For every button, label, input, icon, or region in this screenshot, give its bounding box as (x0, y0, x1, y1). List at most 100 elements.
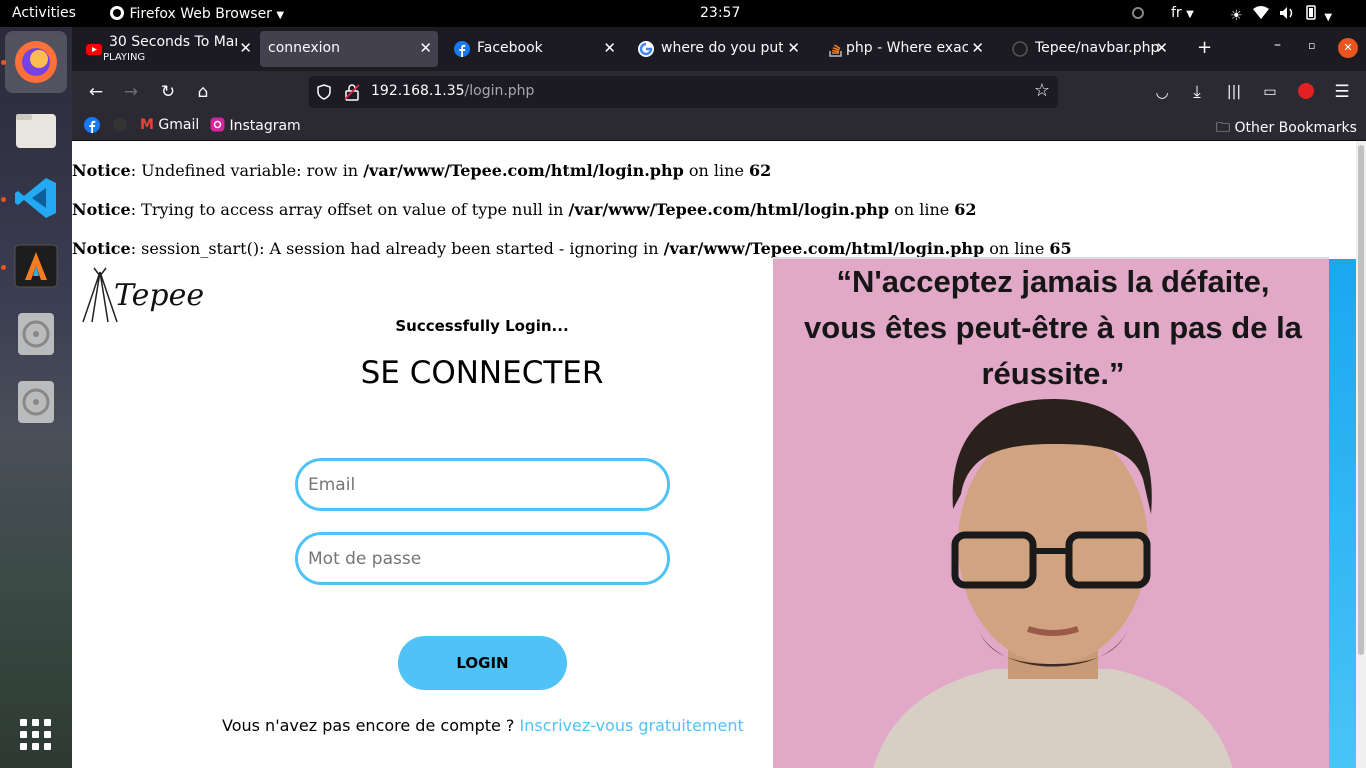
bookmark-star-icon[interactable]: ☆ (1034, 80, 1050, 101)
battery-icon (1306, 5, 1316, 20)
pocket-icon[interactable]: ◡ (1148, 79, 1176, 105)
chevron-down-icon: ▼ (1324, 12, 1333, 23)
dock-alacritty[interactable] (5, 235, 67, 297)
notice-message: : Trying to access array offset on value… (130, 200, 569, 219)
notice-label: Notice (72, 200, 131, 219)
dock-disc-2[interactable] (5, 371, 67, 433)
bookmark-instagram[interactable]: Instagram (210, 117, 301, 134)
close-icon[interactable]: ✕ (971, 39, 984, 57)
vscode-icon (15, 178, 56, 218)
google-icon (638, 41, 654, 57)
files-icon (16, 114, 56, 148)
close-window-icon[interactable]: ✕ (1338, 38, 1358, 58)
wifi-icon (1253, 6, 1270, 19)
home-icon[interactable]: ⌂ (189, 79, 217, 105)
keyboard-layout-menu[interactable]: fr ▼ (1171, 5, 1194, 21)
show-apps-icon (20, 719, 51, 750)
gmail-icon: M (140, 117, 154, 133)
menu-icon[interactable]: ☰ (1328, 79, 1356, 105)
close-icon[interactable]: ✕ (603, 39, 616, 57)
chevron-down-icon: ▼ (276, 10, 285, 21)
bookmark-github[interactable] (112, 117, 128, 134)
page-title: SE CONNECTER (360, 355, 604, 391)
notice-online: on line (683, 161, 750, 180)
system-menu[interactable]: ☀ ▼ (1230, 4, 1332, 24)
other-bookmarks[interactable]: 🗀 Other Bookmarks (1216, 117, 1357, 141)
notice-label: Notice (72, 239, 131, 258)
sidebar-icon[interactable]: ▭ (1256, 79, 1284, 105)
tab-title: Tepee/navbar.php a (1035, 40, 1159, 56)
tab-connexion[interactable]: connexion ✕ (260, 31, 438, 67)
tab-google[interactable]: where do you put s ✕ (628, 31, 806, 67)
back-icon[interactable]: ← (82, 79, 110, 105)
bookmark-facebook[interactable] (84, 117, 100, 134)
tab-title: Facebook (477, 40, 543, 56)
dock-show-apps[interactable] (5, 704, 67, 766)
dock-disc-1[interactable] (5, 303, 67, 365)
signup-prompt: Vous n'avez pas encore de compte ? Inscr… (222, 716, 752, 735)
dock (0, 27, 72, 768)
tab-title: where do you put s (661, 40, 783, 56)
extension-icon[interactable] (1292, 79, 1320, 105)
url-text: 192.168.1.35/login.php (371, 83, 534, 99)
tab-title: php - Where exactly (846, 40, 968, 56)
dock-firefox[interactable] (5, 31, 67, 93)
tab-title: 30 Seconds To Mars (109, 34, 237, 50)
new-tab-icon[interactable]: + (1197, 37, 1212, 58)
notice-file: /var/www/Tepee.com/html/login.php (568, 200, 890, 219)
browser-window: 30 Seconds To Mars PLAYING ✕ connexion ✕… (72, 27, 1366, 768)
youtube-icon (86, 44, 102, 55)
firefox-icon (110, 6, 124, 20)
insecure-lock-icon[interactable] (344, 83, 360, 101)
tab-youtube[interactable]: 30 Seconds To Mars PLAYING ✕ (76, 31, 258, 67)
url-path: /login.php (464, 83, 535, 99)
page-scrollbar[interactable] (1356, 141, 1366, 768)
tab-facebook[interactable]: Facebook ✕ (444, 31, 622, 67)
bookmark-label: Instagram (229, 118, 301, 134)
instagram-icon (210, 117, 225, 132)
success-message: Successfully Login... (395, 317, 569, 335)
forward-icon[interactable]: → (117, 79, 145, 105)
bookmark-gmail[interactable]: M Gmail (140, 117, 199, 133)
quote-image: “N'acceptez jamais la défaite, vous êtes… (773, 259, 1329, 768)
clock[interactable]: 23:57 (700, 5, 740, 21)
quote-line: “N'acceptez jamais la défaite, (836, 264, 1270, 299)
dock-vscode[interactable] (5, 167, 67, 229)
signup-link[interactable]: Inscrivez-vous gratuitement (520, 716, 744, 735)
activities-button[interactable]: Activities (12, 5, 76, 21)
dock-files[interactable] (5, 99, 67, 161)
github-icon (113, 118, 127, 132)
status-indicator-icon[interactable] (1131, 6, 1145, 24)
system-top-bar: Activities Firefox Web Browser ▼ 23:57 f… (0, 0, 1366, 27)
bookmark-label: Other Bookmarks (1234, 120, 1357, 136)
close-icon[interactable]: ✕ (1155, 39, 1168, 57)
shield-icon[interactable] (316, 84, 332, 100)
decorative-strip (1329, 259, 1356, 768)
password-field[interactable] (295, 532, 670, 585)
app-menu[interactable]: Firefox Web Browser ▼ (109, 5, 284, 22)
notice-message: : Undefined variable: row in (130, 161, 364, 180)
notice-line: 65 (1049, 239, 1072, 258)
reload-icon[interactable]: ↻ (154, 79, 182, 105)
tab-github[interactable]: Tepee/navbar.php a ✕ (1002, 31, 1174, 67)
php-notice: Notice: session_start(): A session had a… (72, 239, 1072, 258)
url-bar[interactable]: 192.168.1.35/login.php ☆ (309, 76, 1058, 108)
close-icon[interactable]: ✕ (419, 39, 432, 57)
notice-file: /var/www/Tepee.com/html/login.php (663, 239, 985, 258)
tab-stackoverflow[interactable]: php - Where exactly ✕ (818, 31, 990, 67)
signup-text: Vous n'avez pas encore de compte ? (222, 716, 520, 735)
notice-label: Notice (72, 161, 131, 180)
scrollbar-thumb[interactable] (1358, 145, 1364, 655)
close-icon[interactable]: ✕ (787, 39, 800, 57)
tepee-logo[interactable]: Tepee (80, 266, 204, 326)
facebook-icon (454, 41, 470, 57)
minimize-icon[interactable]: – (1274, 37, 1281, 53)
close-icon[interactable]: ✕ (239, 39, 252, 57)
library-icon[interactable]: ||| (1220, 79, 1248, 105)
downloads-icon[interactable]: ⤓ (1183, 79, 1211, 105)
app-name: Firefox Web Browser (129, 6, 272, 22)
maximize-icon[interactable]: ▫ (1308, 39, 1315, 52)
navigation-toolbar: ← → ↻ ⌂ 192.168.1.35/login.php ☆ ◡ ⤓ |||… (72, 71, 1366, 112)
email-field[interactable] (295, 458, 670, 511)
login-button[interactable]: LOGIN (398, 636, 567, 690)
